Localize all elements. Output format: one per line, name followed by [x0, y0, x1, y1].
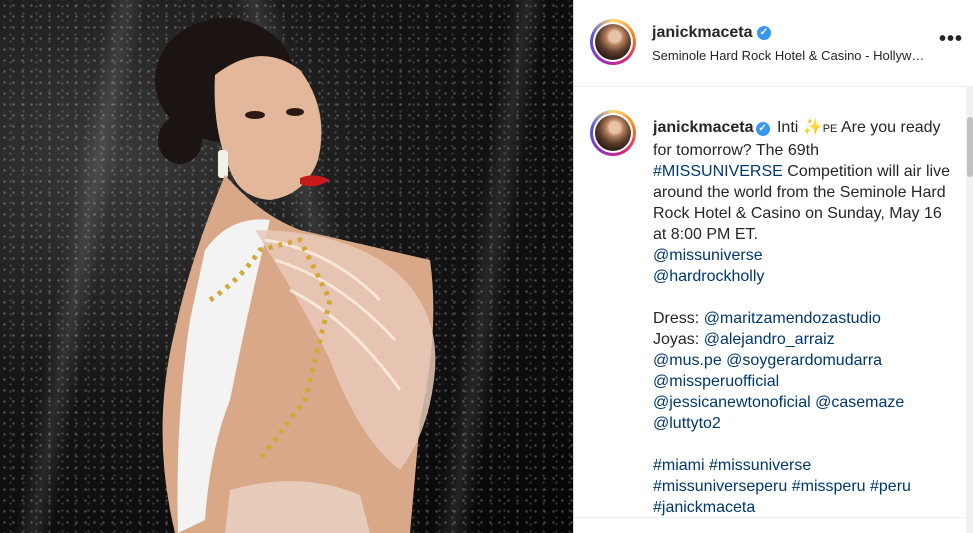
verified-badge-icon: ✓: [755, 122, 770, 136]
joyas-label: Joyas:: [653, 331, 700, 348]
mention-link[interactable]: @casemaze: [815, 394, 904, 411]
avatar[interactable]: [590, 19, 636, 65]
caption-suffix: Inti: [776, 119, 799, 136]
hashtag-link[interactable]: #missperu: [792, 478, 866, 495]
caption-text: janickmaceta ✓ Inti ✨PE Are you ready for…: [653, 117, 953, 518]
caption-section: janickmaceta ✓ Inti ✨PE Are you ready for…: [574, 87, 973, 533]
post-location[interactable]: Seminole Hard Rock Hotel & Casino - Holl…: [652, 48, 952, 63]
mention-link[interactable]: @missperuofficial: [653, 373, 779, 390]
caption-scrollbar[interactable]: [966, 87, 973, 533]
divider: [574, 517, 973, 518]
more-options-icon[interactable]: •••: [939, 28, 963, 51]
mention-link[interactable]: @soygerardomudarra: [726, 352, 882, 369]
header-username[interactable]: janickmaceta: [652, 24, 753, 42]
caption-username[interactable]: janickmaceta: [653, 119, 754, 136]
hashtag-link[interactable]: #MISSUNIVERSE: [653, 163, 783, 180]
hashtag-link[interactable]: #miami: [653, 457, 705, 474]
hashtag-link[interactable]: #missuniverseperu: [653, 478, 787, 495]
caption-avatar[interactable]: [590, 110, 636, 156]
woman-figure-illustration: [155, 18, 436, 533]
instagram-post-view: janickmaceta ✓ Seminole Hard Rock Hotel …: [0, 0, 973, 533]
mention-link[interactable]: @alejandro_arraiz: [704, 331, 835, 348]
mention-link[interactable]: @maritzamendozastudio: [704, 310, 881, 327]
mention-link[interactable]: @luttyto2: [653, 415, 721, 432]
mention-link[interactable]: @mus.pe: [653, 352, 722, 369]
flag-pe: PE: [822, 123, 838, 135]
hashtag-link[interactable]: #peru: [870, 478, 911, 495]
mention-link[interactable]: @missuniverse: [653, 247, 763, 264]
hashtag-link[interactable]: #missuniverse: [709, 457, 811, 474]
dress-label: Dress:: [653, 310, 700, 327]
mention-link[interactable]: @hardrockholly: [653, 268, 764, 285]
scrollbar-thumb[interactable]: [967, 117, 973, 177]
hashtag-link[interactable]: #janickmaceta: [653, 499, 755, 516]
sparkles-emoji: ✨: [802, 119, 823, 136]
verified-badge-icon: ✓: [757, 26, 771, 40]
post-photo[interactable]: [0, 0, 573, 533]
mention-link[interactable]: @jessicanewtonoficial: [653, 394, 811, 411]
post-side-panel: janickmaceta ✓ Seminole Hard Rock Hotel …: [573, 0, 973, 533]
post-header: janickmaceta ✓ Seminole Hard Rock Hotel …: [574, 0, 973, 87]
